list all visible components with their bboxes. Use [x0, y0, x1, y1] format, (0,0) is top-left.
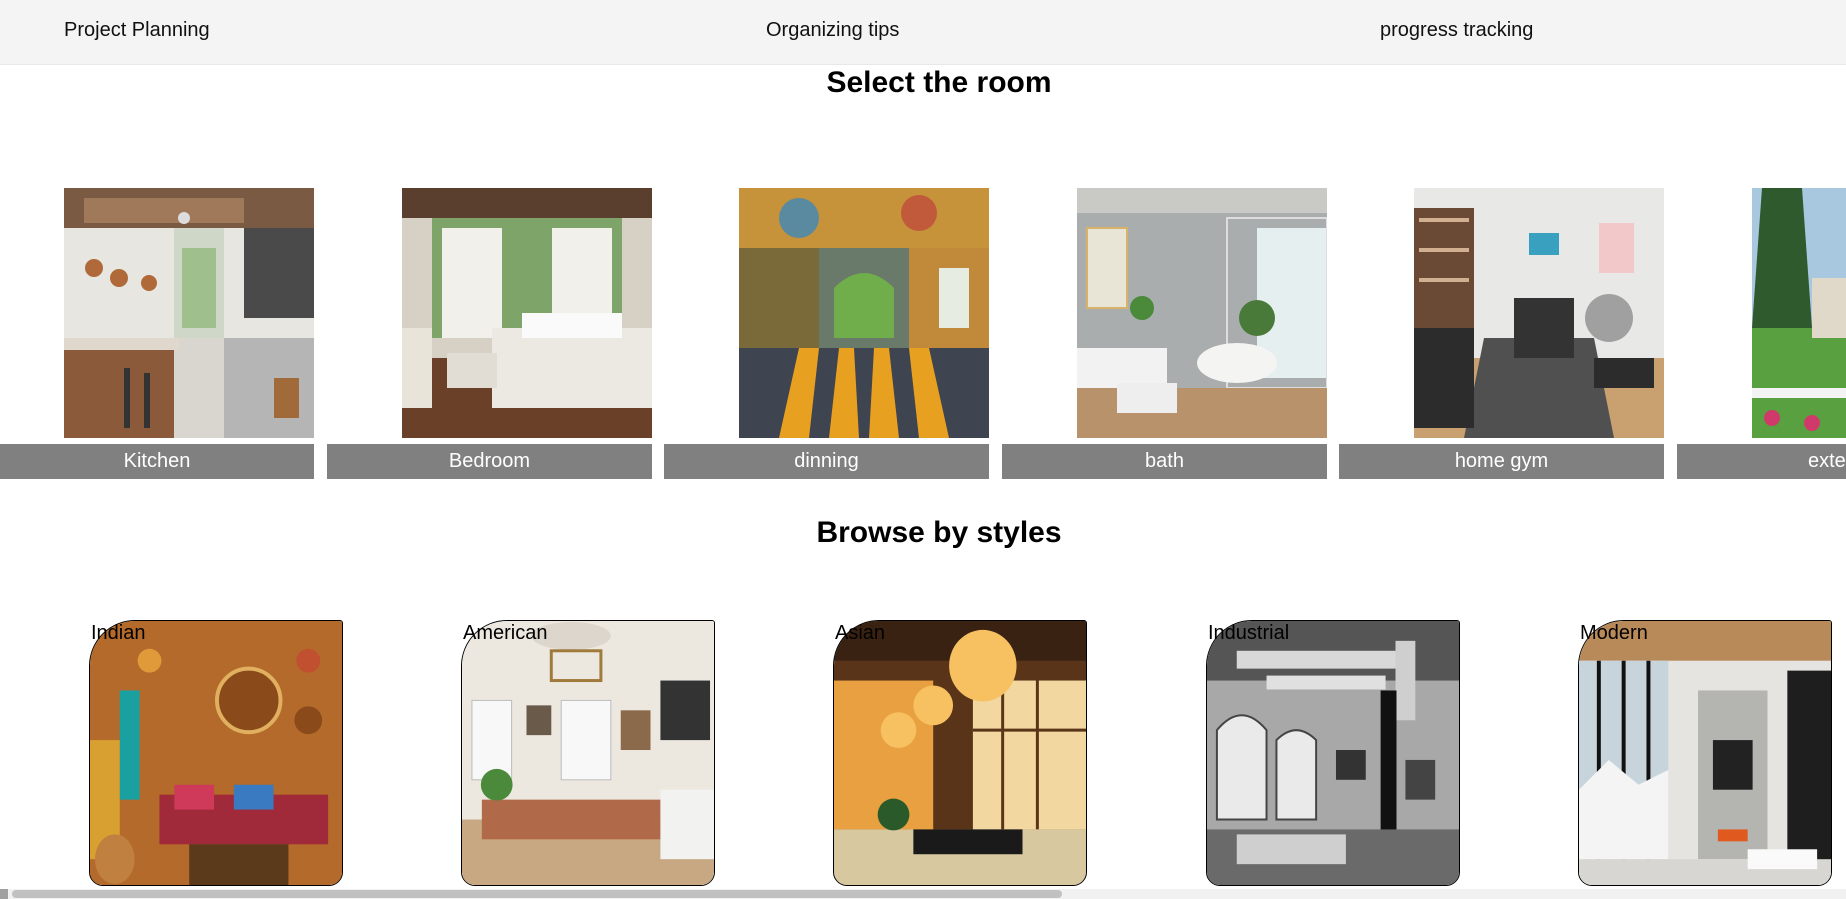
room-image-kitchen[interactable] — [64, 188, 314, 438]
styles-section-title: Browse by styles — [816, 516, 1062, 549]
style-label-modern: Modern — [1580, 622, 1648, 644]
room-image-exterior[interactable] — [1752, 188, 1846, 438]
nav-organizing-tips[interactable]: Organizing tips — [766, 19, 899, 42]
room-button-kitchen[interactable]: Kitchen — [0, 444, 314, 479]
room-button-bedroom[interactable]: Bedroom — [327, 444, 652, 479]
rooms-section-title: Select the room — [826, 66, 1052, 99]
style-card-modern[interactable] — [1578, 620, 1832, 886]
room-image-bedroom[interactable] — [402, 188, 652, 438]
room-button-home-gym[interactable]: home gym — [1339, 444, 1664, 479]
nav-progress-tracking[interactable]: progress tracking — [1380, 19, 1533, 42]
room-image-dinning[interactable] — [739, 188, 989, 438]
room-button-bath[interactable]: bath — [1002, 444, 1327, 479]
style-label-indian: Indian — [91, 622, 146, 644]
room-button-dinning[interactable]: dinning — [664, 444, 989, 479]
horizontal-scrollbar-thumb[interactable] — [12, 890, 1062, 898]
style-card-asian[interactable] — [833, 620, 1087, 886]
room-image-bath[interactable] — [1077, 188, 1327, 438]
room-image-home-gym[interactable] — [1414, 188, 1664, 438]
style-card-american[interactable] — [461, 620, 715, 886]
style-label-industrial: Industrial — [1208, 622, 1290, 644]
top-nav: Project Planning Organizing tips progres… — [0, 0, 1846, 65]
nav-project-planning[interactable]: Project Planning — [64, 19, 210, 42]
style-label-american: American — [463, 622, 548, 644]
room-button-exterior[interactable]: exter — [1677, 444, 1846, 479]
style-card-industrial[interactable] — [1206, 620, 1460, 886]
style-label-asian: Asian — [835, 622, 886, 644]
style-card-indian[interactable] — [89, 620, 343, 886]
scroll-left-arrow-icon[interactable] — [0, 889, 8, 899]
